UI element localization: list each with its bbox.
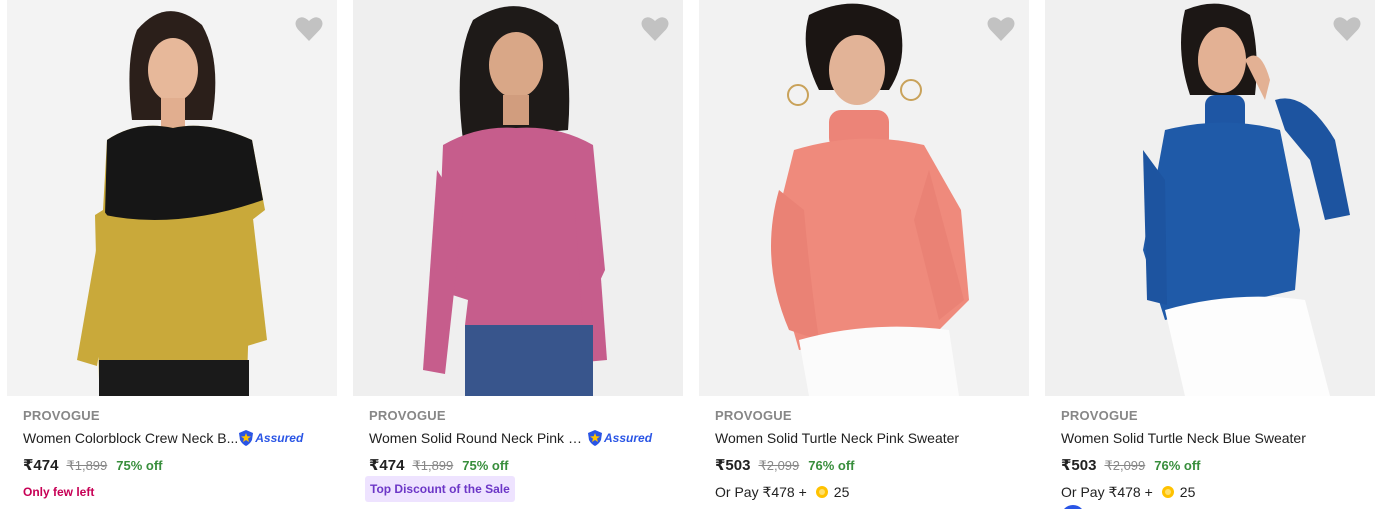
partial-offer-icon: [1061, 505, 1085, 509]
product-card[interactable]: PROVOGUE Women Solid Turtle Neck Pink Sw…: [699, 0, 1029, 509]
product-image[interactable]: [1045, 0, 1375, 396]
product-grid: PROVOGUE Women Colorblock Crew Neck B...…: [7, 0, 1381, 509]
assured-label: Assured: [255, 431, 304, 445]
wishlist-heart-icon[interactable]: [295, 16, 323, 42]
wishlist-heart-icon[interactable]: [987, 16, 1015, 42]
stock-note: Only few left: [23, 485, 95, 499]
assured-shield-icon: [588, 430, 602, 446]
original-price: ₹2,099: [758, 458, 800, 473]
original-price: ₹1,899: [66, 458, 108, 473]
discount-percent: 76% off: [808, 458, 855, 473]
coin-count: 25: [833, 484, 850, 500]
supercoin-icon: [815, 486, 828, 498]
blue-turtle-neck-sweater-image: [1045, 0, 1375, 396]
selling-price: ₹503: [715, 457, 751, 474]
wishlist-heart-icon[interactable]: [641, 16, 669, 42]
product-info: PROVOGUE Women Solid Round Neck Pink S..…: [365, 408, 669, 502]
product-title[interactable]: Women Solid Turtle Neck Blue Sweater: [1061, 429, 1306, 447]
coral-turtle-neck-sweater-image: [699, 0, 1029, 396]
original-price: ₹2,099: [1104, 458, 1146, 473]
brand-name: PROVOGUE: [715, 408, 792, 423]
supercoin-offer: Or Pay ₹478 + 25: [1061, 484, 1195, 501]
discount-percent: 75% off: [116, 458, 163, 473]
product-card[interactable]: PROVOGUE Women Colorblock Crew Neck B...…: [7, 0, 337, 509]
product-title[interactable]: Women Colorblock Crew Neck B...: [23, 429, 238, 447]
yellow-black-colorblock-sweater-image: [7, 0, 337, 396]
product-title[interactable]: Women Solid Turtle Neck Pink Sweater: [715, 429, 959, 447]
original-price: ₹1,899: [412, 458, 454, 473]
product-info: PROVOGUE Women Colorblock Crew Neck B...…: [23, 408, 323, 502]
discount-percent: 75% off: [462, 458, 509, 473]
selling-price: ₹474: [23, 457, 59, 474]
or-pay-text: Or Pay ₹478 +: [715, 483, 807, 500]
product-image[interactable]: [699, 0, 1029, 396]
selling-price: ₹503: [1061, 457, 1097, 474]
product-image[interactable]: [7, 0, 337, 396]
brand-name: PROVOGUE: [369, 408, 446, 423]
product-title[interactable]: Women Solid Round Neck Pink S...: [369, 429, 587, 447]
wishlist-heart-icon[interactable]: [1333, 16, 1361, 42]
brand-name: PROVOGUE: [1061, 408, 1138, 423]
assured-badge: Assured: [587, 429, 652, 447]
product-info: PROVOGUE Women Solid Turtle Neck Blue Sw…: [1061, 408, 1361, 502]
assured-shield-icon: [239, 430, 254, 446]
assured-label: Assured: [604, 431, 653, 445]
assured-badge: Assured: [238, 429, 303, 447]
supercoin-offer: Or Pay ₹478 + 25: [715, 484, 849, 501]
supercoin-icon: [1161, 486, 1174, 498]
product-card[interactable]: PROVOGUE Women Solid Turtle Neck Blue Sw…: [1045, 0, 1375, 509]
deal-badge: Top Discount of the Sale: [365, 476, 515, 502]
product-info: PROVOGUE Women Solid Turtle Neck Pink Sw…: [715, 408, 1015, 502]
product-card[interactable]: PROVOGUE Women Solid Round Neck Pink S..…: [353, 0, 683, 509]
brand-name: PROVOGUE: [23, 408, 100, 423]
selling-price: ₹474: [369, 457, 405, 474]
or-pay-text: Or Pay ₹478 +: [1061, 483, 1153, 500]
pink-round-neck-sweater-image: [353, 0, 683, 396]
product-image[interactable]: [353, 0, 683, 396]
coin-count: 25: [1179, 484, 1196, 500]
discount-percent: 76% off: [1154, 458, 1201, 473]
